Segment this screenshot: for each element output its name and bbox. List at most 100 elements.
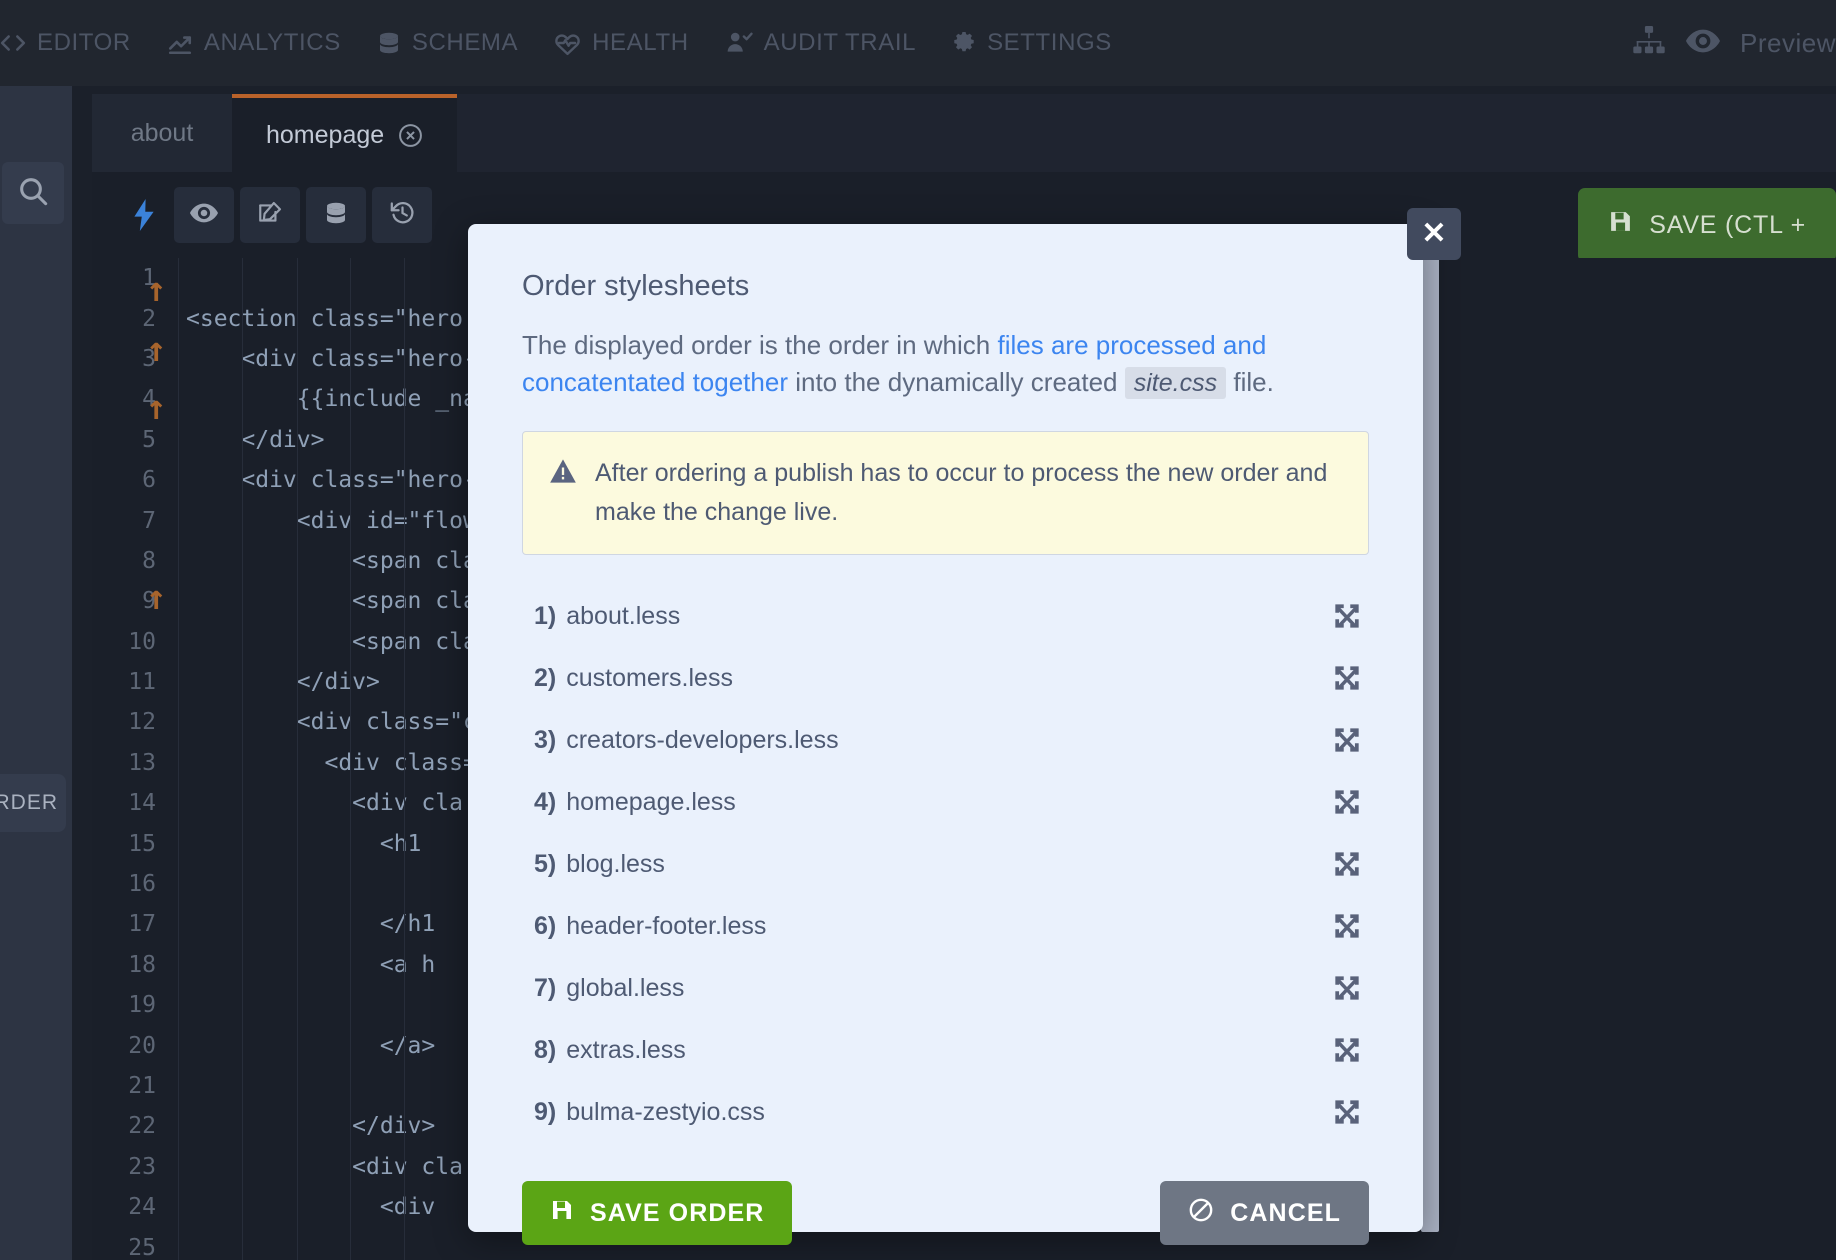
chart-line-icon: [167, 30, 193, 56]
stylesheet-filename: about.less: [566, 601, 681, 630]
arrows-move-icon[interactable]: [1333, 726, 1361, 754]
modal-scrollbar[interactable]: [1421, 224, 1439, 1232]
code-line-text: </a>: [186, 1032, 436, 1059]
stylesheet-label: 8) extras.less: [534, 1036, 686, 1065]
nav-label-editor: EDITOR: [37, 29, 131, 56]
stylesheet-filename: global.less: [566, 973, 685, 1002]
code-line-number: 21: [128, 1073, 156, 1099]
top-nav-right: Preview: [1632, 0, 1836, 86]
top-navigation-bar: EDITOR ANALYTICS SCHEMA HEALTH AUDIT TRA…: [0, 0, 1836, 86]
tab-label-homepage: homepage: [266, 120, 385, 149]
code-line-number: 7: [142, 507, 156, 534]
search-button[interactable]: [2, 162, 64, 224]
code-line-number: 15: [128, 830, 156, 857]
stylesheet-index: 8): [534, 1035, 557, 1064]
stylesheet-filename: blog.less: [566, 849, 665, 878]
stylesheet-row[interactable]: 8) extras.less: [522, 1019, 1369, 1081]
arrows-move-icon[interactable]: [1333, 788, 1361, 816]
stylesheet-index: 3): [534, 725, 557, 754]
nav-item-audit-trail[interactable]: AUDIT TRAIL: [707, 29, 934, 57]
code-line-number: 8: [142, 547, 156, 574]
stylesheet-row[interactable]: 1) about.less: [522, 585, 1369, 647]
nav-label-analytics: ANALYTICS: [203, 29, 341, 56]
arrows-move-icon[interactable]: [1333, 1036, 1361, 1064]
code-line-number: 18: [128, 951, 156, 978]
edit-icon: [257, 200, 283, 231]
heartbeat-icon: [554, 30, 581, 56]
arrows-move-icon[interactable]: [1333, 850, 1361, 878]
code-line-number: 22: [128, 1113, 156, 1140]
toolbar-preview-button[interactable]: [174, 187, 234, 243]
save-button[interactable]: SAVE (CTL +: [1578, 188, 1836, 262]
nav-item-analytics[interactable]: ANALYTICS: [149, 29, 359, 57]
save-button-label: SAVE (CTL +: [1649, 210, 1806, 239]
warning-text: After ordering a publish has to occur to…: [595, 459, 1328, 527]
site-css-chip: site.css: [1124, 366, 1227, 399]
toolbar-history-button[interactable]: [372, 187, 432, 243]
arrows-move-icon[interactable]: [1333, 664, 1361, 692]
database-icon: [324, 200, 348, 231]
code-icon: [0, 30, 26, 56]
order-stylesheets-button[interactable]: RDER: [0, 774, 66, 832]
code-line-text: </h1: [186, 911, 436, 938]
stylesheet-label: 3) creators-developers.less: [534, 726, 839, 755]
stylesheet-index: 5): [534, 849, 557, 878]
tab-about[interactable]: about: [92, 94, 232, 172]
code-line-text: <div cla: [186, 1153, 463, 1180]
nav-item-schema[interactable]: SCHEMA: [359, 29, 536, 57]
user-check-icon: [725, 30, 753, 56]
order-button-label: RDER: [0, 791, 58, 814]
code-line-number: 5: [142, 426, 156, 453]
code-line-number: 6: [142, 467, 156, 494]
stylesheet-row[interactable]: 9) bulma-zestyio.css: [522, 1081, 1369, 1143]
stylesheet-row[interactable]: 6) header-footer.less: [522, 895, 1369, 957]
stylesheet-order-list: 1) about.less 2) customers.less 3) creators-d…: [522, 585, 1369, 1143]
stylesheet-filename: bulma-zestyio.css: [566, 1097, 765, 1126]
code-line-text: <div class=": [186, 749, 491, 776]
stylesheet-row[interactable]: 5) blog.less: [522, 833, 1369, 895]
nav-item-settings[interactable]: SETTINGS: [934, 29, 1130, 57]
gutter-arrow-up: ↑: [146, 330, 167, 370]
stylesheet-index: 6): [534, 911, 557, 940]
database-icon: [377, 30, 401, 56]
tab-homepage[interactable]: homepage: [232, 94, 458, 172]
sitemap-icon[interactable]: [1632, 25, 1666, 61]
save-order-button[interactable]: SAVE ORDER: [522, 1181, 793, 1246]
stylesheet-label: 1) about.less: [534, 602, 680, 631]
stylesheet-label: 6) header-footer.less: [534, 912, 766, 941]
close-button[interactable]: ✕: [1407, 208, 1461, 260]
dialog-description: The displayed order is the order in whic…: [522, 327, 1369, 401]
eye-icon[interactable]: [1686, 28, 1721, 59]
close-icon: ✕: [1421, 217, 1447, 250]
nav-label-audit-trail: AUDIT TRAIL: [763, 29, 917, 56]
stylesheet-filename: customers.less: [566, 663, 733, 692]
nav-label-schema: SCHEMA: [411, 29, 519, 56]
left-rail: RDER: [0, 86, 72, 1260]
stylesheet-label: 7) global.less: [534, 974, 684, 1003]
toolbar-edit-button[interactable]: [240, 187, 300, 243]
preview-label[interactable]: Preview: [1740, 28, 1836, 59]
toolbar-database-button[interactable]: [306, 187, 366, 243]
arrows-move-icon[interactable]: [1333, 602, 1361, 630]
arrows-move-icon[interactable]: [1333, 912, 1361, 940]
cancel-button[interactable]: CANCEL: [1160, 1181, 1369, 1246]
stylesheet-row[interactable]: 3) creators-developers.less: [522, 709, 1369, 771]
nav-item-health[interactable]: HEALTH: [536, 29, 707, 57]
stylesheet-row[interactable]: 7) global.less: [522, 957, 1369, 1019]
close-circle-icon[interactable]: [398, 123, 423, 148]
stylesheet-row[interactable]: 2) customers.less: [522, 647, 1369, 709]
arrows-move-icon[interactable]: [1333, 974, 1361, 1002]
arrows-move-icon[interactable]: [1333, 1098, 1361, 1126]
nav-item-editor[interactable]: EDITOR: [0, 29, 149, 57]
code-line-number: 20: [128, 1032, 156, 1059]
stylesheet-row[interactable]: 4) homepage.less: [522, 771, 1369, 833]
code-line-text: <div id="flow">: [186, 507, 505, 534]
code-line-number: 25: [128, 1234, 156, 1260]
bolt-icon[interactable]: [114, 199, 174, 231]
stylesheet-index: 4): [534, 787, 557, 816]
floppy-disk-icon: [550, 1198, 574, 1229]
gutter-arrow-up: ↑: [146, 388, 167, 428]
stylesheet-filename: homepage.less: [566, 787, 736, 816]
